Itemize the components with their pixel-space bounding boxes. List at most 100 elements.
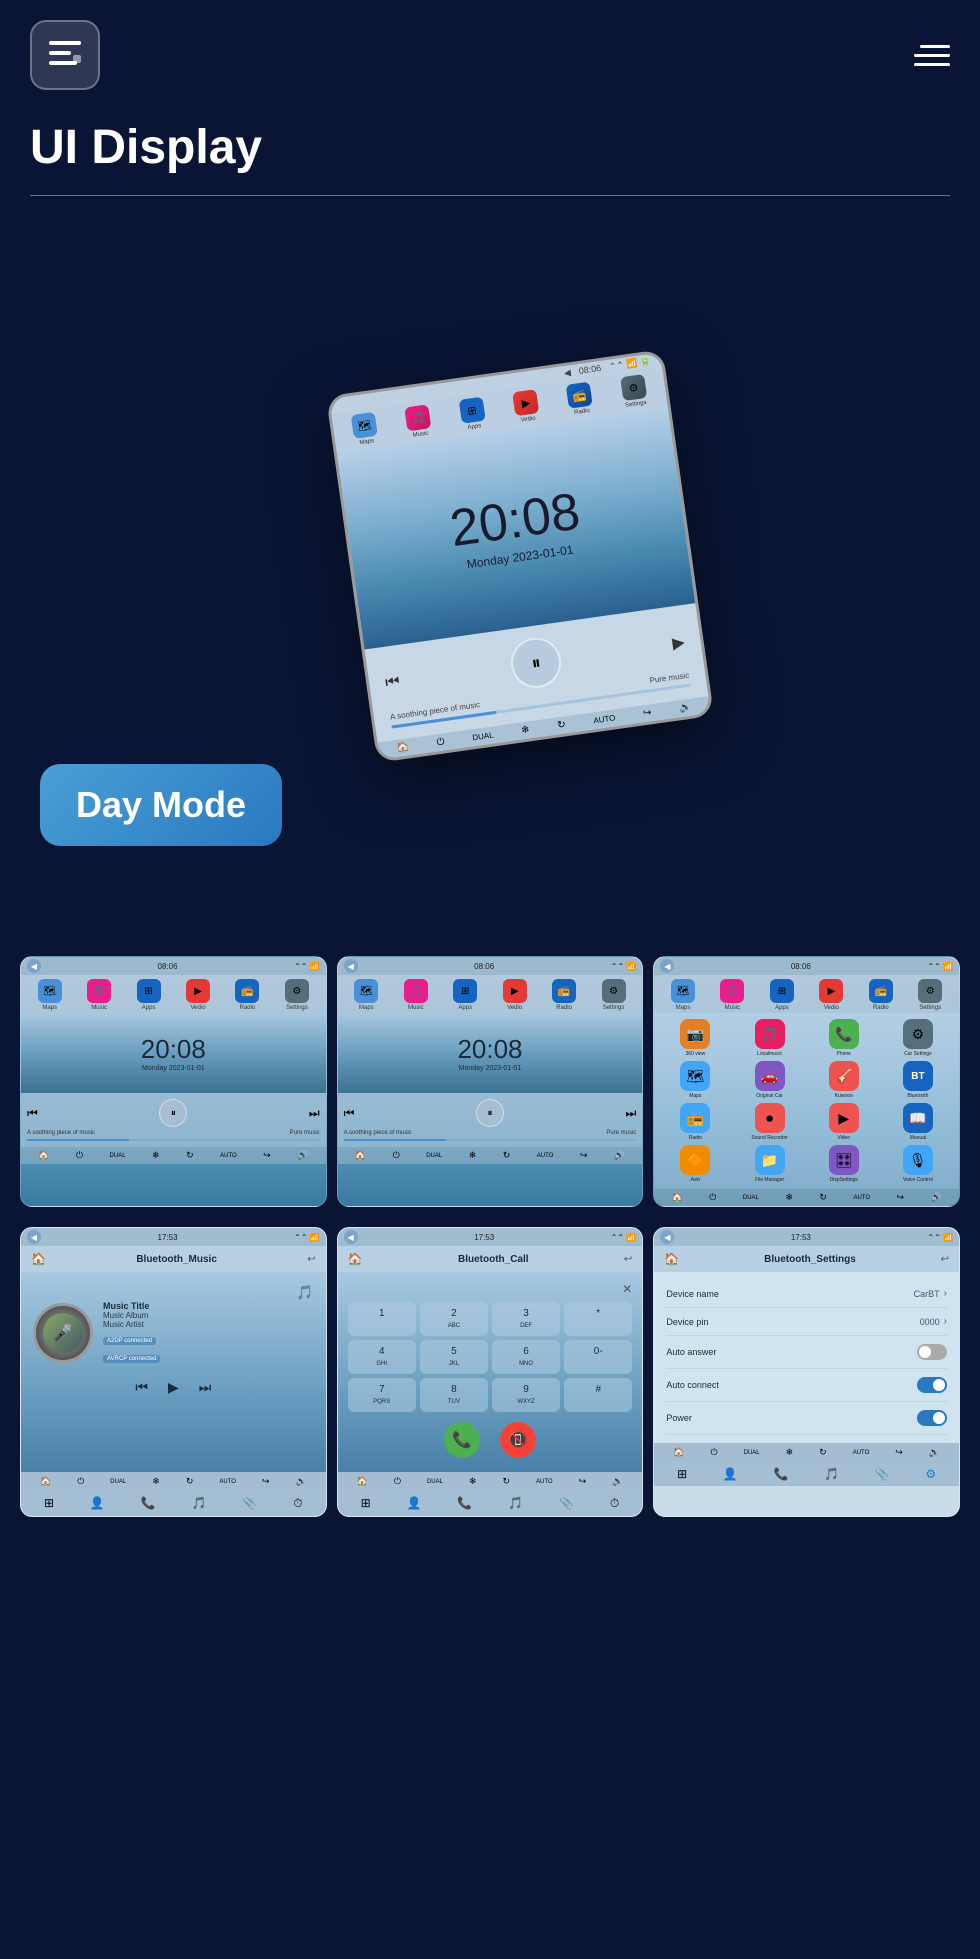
tab-clip-call[interactable]: 📎 [559, 1496, 574, 1511]
tab-music-settings[interactable]: 🎵 [824, 1467, 839, 1481]
app-file-manager[interactable]: 📁 File Manager [734, 1145, 804, 1183]
key-3[interactable]: 3DEF [492, 1302, 560, 1336]
tab-clip-settings[interactable]: 📎 [875, 1467, 890, 1481]
tab-music-call[interactable]: 🎵 [508, 1496, 523, 1511]
app-radio[interactable]: 📻 Radio [660, 1103, 730, 1141]
key-5[interactable]: 5JKL [420, 1340, 488, 1374]
bt-settings-home[interactable]: 🏠 [664, 1252, 679, 1266]
tab-clock-call[interactable]: ⏱ [610, 1496, 619, 1511]
auto-answer-toggle[interactable] [917, 1344, 947, 1360]
bt-call-back[interactable]: ◀ [344, 1230, 358, 1244]
power-bt-m[interactable]: ⏻ [77, 1476, 84, 1487]
bt-prev-btn[interactable]: ⏮ [135, 1379, 148, 1396]
power-bt-s[interactable]: ⏻ [711, 1447, 718, 1458]
arr-l[interactable]: ↪ [263, 1150, 271, 1161]
tab-person-settings[interactable]: 👤 [723, 1467, 738, 1481]
app-originalcar[interactable]: 🚗 Original Car [734, 1061, 804, 1099]
key-1[interactable]: 1 [348, 1302, 416, 1336]
flake-bt-c[interactable]: ❄ [469, 1476, 477, 1487]
home-icon[interactable]: 🏠 [396, 741, 410, 754]
app-icon-radio[interactable]: 📻 Radio [566, 382, 594, 417]
vol-r[interactable]: 🔊 [931, 1192, 942, 1203]
bt-call-home[interactable]: 🏠 [348, 1252, 363, 1266]
bt-music-back[interactable]: ◀ [27, 1230, 41, 1244]
app-icon-music[interactable]: 🎵 Music [405, 404, 433, 439]
bt-music-home[interactable]: 🏠 [31, 1252, 46, 1266]
back-button-right[interactable]: ◀ [660, 959, 674, 973]
tab-music-icon[interactable]: 🎵 [192, 1496, 207, 1511]
tab-clip-icon[interactable]: 📎 [242, 1496, 257, 1511]
home-icon-l[interactable]: 🏠 [38, 1150, 49, 1161]
tab-phone-icon[interactable]: 📞 [141, 1496, 156, 1511]
app-manual[interactable]: 📖 Manual [883, 1103, 953, 1141]
arrow-icon[interactable]: ↪ [642, 707, 652, 719]
loop-c[interactable]: ↻ [503, 1150, 511, 1161]
app-video[interactable]: ▶ Video [809, 1103, 879, 1141]
app-360view[interactable]: 📷 360 view [660, 1019, 730, 1057]
power-icon-r[interactable]: ⏻ [709, 1192, 716, 1203]
vol-bt-m[interactable]: 🔊 [295, 1476, 306, 1487]
power-icon[interactable]: ⏻ [436, 736, 445, 748]
arr-c[interactable]: ↪ [580, 1150, 588, 1161]
loop-l[interactable]: ↻ [186, 1150, 194, 1161]
bt-settings-back-icon[interactable]: ↩ [941, 1254, 949, 1265]
home-icon-c[interactable]: 🏠 [355, 1150, 366, 1161]
bt-play-btn[interactable]: ▶ [168, 1379, 179, 1396]
key-2[interactable]: 2ABC [420, 1302, 488, 1336]
key-hash[interactable]: # [564, 1378, 632, 1412]
hangup-button[interactable]: 📵 [500, 1422, 536, 1458]
key-4[interactable]: 4GHI [348, 1340, 416, 1374]
bt-music-back-icon[interactable]: ↩ [307, 1254, 315, 1265]
volume-icon[interactable]: 🔊 [678, 702, 692, 715]
tab-person-icon[interactable]: 👤 [90, 1496, 105, 1511]
tab-grid-call[interactable]: ⊞ [361, 1496, 371, 1511]
pause-btn-left[interactable]: ⏸ [159, 1099, 187, 1127]
snowflake-icon[interactable]: ❄ [521, 724, 531, 736]
pause-button[interactable]: ⏸ [508, 635, 564, 691]
app-maps[interactable]: 🗺 Maps [660, 1061, 730, 1099]
tab-phone-call[interactable]: 📞 [457, 1496, 472, 1511]
flake-c[interactable]: ❄ [469, 1150, 477, 1161]
vol-c[interactable]: 🔊 [614, 1150, 625, 1161]
app-icon-settings[interactable]: ⚙ Settings [620, 374, 648, 409]
flake-r[interactable]: ❄ [785, 1192, 793, 1203]
flake-bt-m[interactable]: ❄ [152, 1476, 160, 1487]
tab-active-settings[interactable]: ⚙ [925, 1467, 936, 1481]
tab-grid-settings[interactable]: ⊞ [677, 1467, 687, 1481]
vol-bt-s[interactable]: 🔊 [929, 1447, 940, 1458]
key-8[interactable]: 8TUV [420, 1378, 488, 1412]
home-bt-s[interactable]: 🏠 [673, 1447, 684, 1458]
key-7[interactable]: 7PQRS [348, 1378, 416, 1412]
loop-bt-s[interactable]: ↻ [819, 1447, 827, 1458]
tab-person-call[interactable]: 👤 [407, 1496, 422, 1511]
arr-bt-s[interactable]: ↪ [895, 1447, 903, 1458]
app-icon-apps[interactable]: ⊞ Apps [459, 397, 487, 432]
loop-bt-c[interactable]: ↻ [502, 1476, 510, 1487]
answer-button[interactable]: 📞 [444, 1422, 480, 1458]
prev-icon[interactable]: ⏮ [384, 673, 401, 693]
app-disp-settings[interactable]: 🎛 DispSettings [809, 1145, 879, 1183]
arr-r[interactable]: ↪ [896, 1192, 904, 1203]
bt-settings-back[interactable]: ◀ [660, 1230, 674, 1244]
app-icon-maps[interactable]: 🗺 Maps [351, 412, 379, 447]
home-icon-r[interactable]: 🏠 [672, 1192, 683, 1203]
tab-grid-icon[interactable]: ⊞ [44, 1496, 54, 1511]
key-9[interactable]: 9WXYZ [492, 1378, 560, 1412]
loop-bt-m[interactable]: ↻ [186, 1476, 194, 1487]
app-voice-control[interactable]: 🎙 Voice Control [883, 1145, 953, 1183]
tab-clock-icon[interactable]: ⏱ [293, 1496, 302, 1511]
close-button[interactable]: ✕ [348, 1282, 633, 1296]
app-localmusic[interactable]: 🎵 Localmusic [734, 1019, 804, 1057]
app-phone[interactable]: 📞 Phone [809, 1019, 879, 1057]
flake-bt-s[interactable]: ❄ [786, 1447, 794, 1458]
power-bt-c[interactable]: ⏻ [394, 1476, 401, 1487]
key-6[interactable]: 6MNO [492, 1340, 560, 1374]
home-bt-m[interactable]: 🏠 [40, 1476, 51, 1487]
vol-l[interactable]: 🔊 [297, 1150, 308, 1161]
back-button-center[interactable]: ◀ [344, 959, 358, 973]
pause-btn-center[interactable]: ⏸ [476, 1099, 504, 1127]
next-btn-left[interactable]: ⏭ [309, 1106, 320, 1121]
app-kuwooo[interactable]: 🎸 Kuwooo [809, 1061, 879, 1099]
tab-phone-settings[interactable]: 📞 [773, 1467, 788, 1481]
app-bluetooth[interactable]: BT Bluetooth [883, 1061, 953, 1099]
